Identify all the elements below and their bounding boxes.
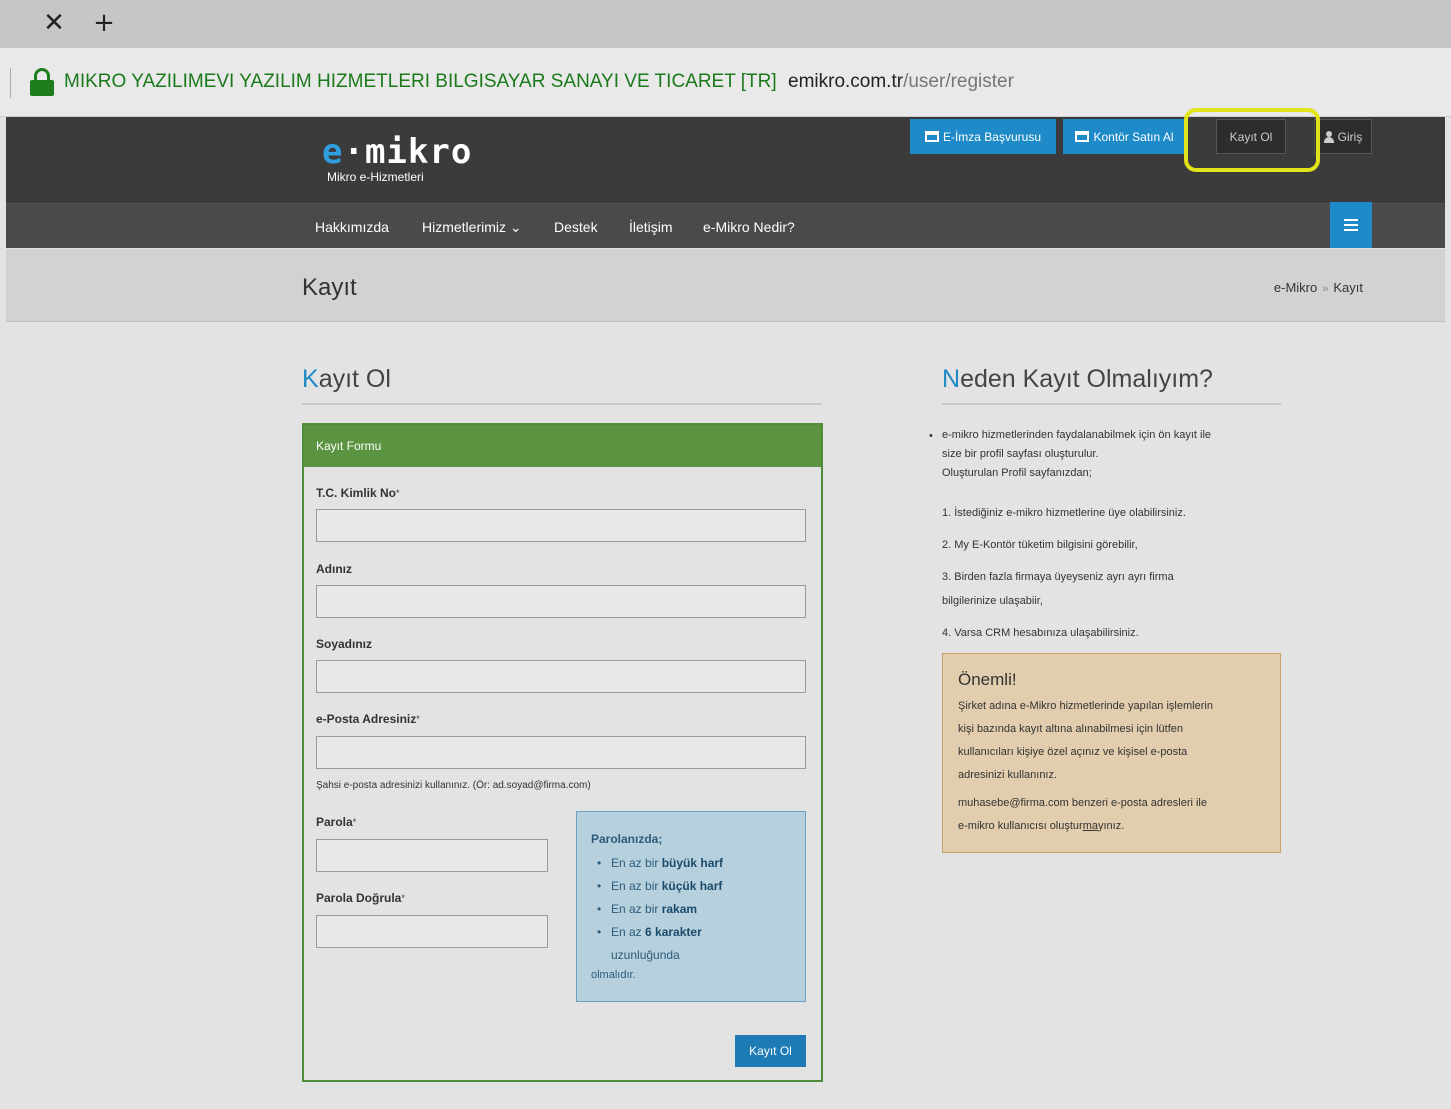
tc-label: T.C. Kimlik No* [316, 486, 400, 500]
eimza-label: E-İmza Başvurusu [942, 129, 1042, 144]
rule-digit: En az bir rakam [597, 898, 723, 921]
why-item-4: 4. Varsa CRM hesabınıza ulaşabilirsiniz. [942, 627, 1139, 639]
why-item-3a: 3. Birden fazla firmaya üyeyseniz ayrı a… [942, 571, 1174, 583]
password-rules-box: Parolanızda; En az bir büyük harf En az … [576, 811, 806, 1002]
breadcrumb: e-Mikro » Kayıt [1274, 280, 1363, 297]
kontor-button[interactable]: Kontör Satın Al [1063, 119, 1186, 154]
login-button[interactable]: Giriş [1314, 119, 1372, 154]
url-path: /user/register [903, 71, 1014, 92]
important-text-1: Şirket adına e-Mikro hizmetlerinde yapıl… [958, 700, 1213, 781]
user-icon [1323, 130, 1334, 143]
close-tab-icon[interactable]: ✕ [36, 6, 72, 42]
register-highlight-annotation [1184, 108, 1320, 172]
surname-input[interactable] [316, 660, 806, 693]
rule-length: En az 6 karakteruzunluğunda [597, 921, 723, 967]
lock-icon[interactable] [30, 68, 54, 96]
section-divider [302, 403, 822, 405]
password-rules-title: Parolanızda; [591, 832, 663, 846]
new-tab-icon[interactable]: + [86, 6, 122, 42]
login-label: Giriş [1337, 129, 1363, 144]
important-notice: Önemli! Şirket adına e-Mikro hizmetlerin… [942, 653, 1281, 853]
url-text[interactable]: emikro.com.tr/user/register [788, 70, 1014, 94]
menu-icon[interactable] [1330, 202, 1372, 248]
url-domain: emikro.com.tr [788, 71, 904, 92]
tc-input[interactable] [316, 509, 806, 542]
email-label: e-Posta Adresiniz* [316, 712, 420, 726]
browser-tab-bar: ✕ + [0, 0, 1451, 48]
password-confirm-input[interactable] [316, 915, 548, 948]
why-item-2: 2. My E-Kontör tüketim bilgisini görebil… [942, 539, 1138, 551]
panel-title: Kayıt Formu [304, 425, 821, 467]
kontor-label: Kontör Satın Al [1093, 129, 1174, 144]
section-divider [942, 403, 1281, 405]
address-separator [10, 68, 11, 98]
breadcrumb-home[interactable]: e-Mikro [1274, 280, 1317, 295]
name-label: Adınız [316, 562, 352, 576]
password-confirm-label: Parola Doğrula* [316, 891, 405, 905]
logo-e: e [322, 132, 344, 172]
why-register-title: Neden Kayıt Olmalıyım? [942, 365, 1213, 393]
password-label: Parola* [316, 815, 357, 829]
why-item-3b: bilgilerinize ulaşabiir, [942, 595, 1043, 607]
breadcrumb-current: Kayıt [1333, 280, 1363, 295]
rule-uppercase: En az bir büyük harf [597, 852, 723, 875]
page-title: Kayıt [302, 274, 357, 301]
certificate-owner[interactable]: MIKRO YAZILIMEVI YAZILIM HIZMETLERI BILG… [64, 70, 777, 94]
card-icon [1075, 131, 1090, 142]
eimza-button[interactable]: E-İmza Başvurusu [910, 119, 1056, 154]
breadcrumb-separator: » [1322, 283, 1329, 295]
nav-item-support[interactable]: Destek [554, 218, 598, 236]
logo-subtitle: Mikro e-Hizmetleri [327, 170, 424, 184]
logo-wordmark: ·mikro [343, 132, 473, 172]
site-logo[interactable]: e·mikro [322, 132, 472, 172]
surname-label: Soyadınız [316, 637, 373, 651]
password-rules-list: En az bir büyük harf En az bir küçük har… [597, 852, 723, 967]
bullet-marker: • [929, 430, 933, 442]
email-input[interactable] [316, 736, 806, 769]
register-section-title: Kayıt Ol [302, 365, 391, 393]
title-band [6, 249, 1445, 322]
important-text-2: muhasebe@firma.com benzeri e-posta adres… [958, 797, 1207, 832]
nav-item-what-is[interactable]: e-Mikro Nedir? [703, 218, 795, 236]
why-item-1: 1. İstediğiniz e-mikro hizmetlerine üye … [942, 507, 1186, 519]
card-icon [924, 131, 939, 142]
nav-item-about[interactable]: Hakkımızda [315, 218, 389, 236]
nav-item-services[interactable]: Hizmetlerimiz ⌄ [422, 218, 522, 236]
name-input[interactable] [316, 585, 806, 618]
submit-register-button[interactable]: Kayıt Ol [735, 1035, 806, 1067]
password-rules-footer: olmalıdır. [591, 969, 636, 981]
email-help: Şahsi e-posta adresinizi kullanınız. (Ör… [316, 780, 591, 791]
password-input[interactable] [316, 839, 548, 872]
why-intro: e-mikro hizmetlerinden faydalanabilmek i… [942, 429, 1212, 479]
rule-lowercase: En az bir küçük harf [597, 875, 723, 898]
important-title: Önemli! [958, 670, 1017, 689]
nav-item-contact[interactable]: İletişim [629, 218, 673, 236]
